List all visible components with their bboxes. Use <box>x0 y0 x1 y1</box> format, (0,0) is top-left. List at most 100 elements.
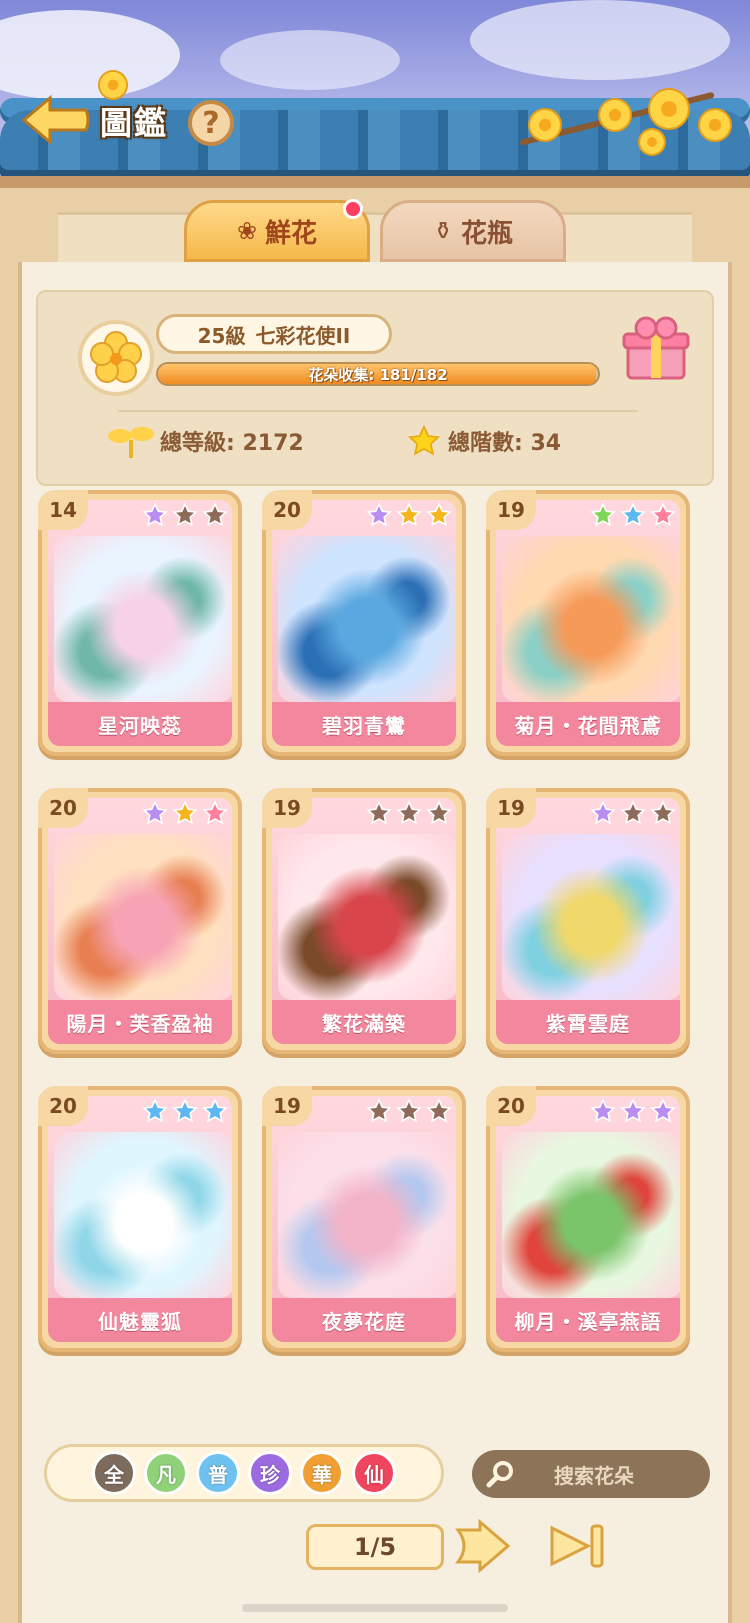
card-body: 菊月・花間飛鳶 <box>496 500 680 746</box>
card-name: 菊月・花間飛鳶 <box>496 702 680 746</box>
help-button[interactable]: ? <box>188 100 234 146</box>
card-name: 柳月・溪亭燕語 <box>496 1298 680 1342</box>
search-flowers-input[interactable]: 搜索花朵 <box>472 1450 710 1498</box>
tab-bar <box>58 212 692 262</box>
gift-box-button[interactable] <box>620 312 692 384</box>
card-stars <box>366 800 452 826</box>
flower-artwork <box>502 834 680 1000</box>
star-icon <box>366 1098 392 1123</box>
search-placeholder: 搜索花朵 <box>554 1463 634 1488</box>
card-stars <box>590 502 676 528</box>
tab-flowers-label: 鮮花 <box>265 218 318 249</box>
card-stars <box>142 1098 228 1124</box>
card-level: 14 <box>38 490 88 530</box>
tab-vases[interactable]: ⚱ 花瓶 <box>380 200 566 262</box>
star-icon <box>620 502 646 527</box>
card-body: 星河映蕊 <box>48 500 232 746</box>
rarity-filter-button[interactable]: 珍 <box>248 1451 292 1495</box>
card-level: 19 <box>486 788 536 828</box>
divider <box>118 410 638 412</box>
flower-card[interactable]: 夜夢花庭 19 <box>262 1086 466 1352</box>
star-icon <box>142 800 168 825</box>
star-icon <box>202 1098 228 1123</box>
level-title: 七彩花使II <box>255 323 351 348</box>
star-icon <box>396 502 422 527</box>
collection-progress-bar: 花朵收集: 181/182 <box>156 362 600 386</box>
star-icon <box>366 800 392 825</box>
rarity-filter-button[interactable]: 全 <box>92 1451 136 1495</box>
star-icon <box>172 502 198 527</box>
home-indicator <box>242 1604 508 1612</box>
card-name: 仙魅靈狐 <box>48 1298 232 1342</box>
card-name: 陽月・芙香盈袖 <box>48 1000 232 1044</box>
flower-card[interactable]: 仙魅靈狐 20 <box>38 1086 242 1352</box>
flower-artwork <box>54 834 232 1000</box>
card-name: 紫霄雲庭 <box>496 1000 680 1044</box>
collection-stats: 25級 七彩花使II 花朵收集: 181/182 總等級: 2172 總階數: … <box>36 290 714 486</box>
card-stars <box>142 800 228 826</box>
card-level: 20 <box>38 1086 88 1126</box>
notification-dot <box>343 199 363 219</box>
total-level-stat: 總等級: 2172 <box>108 424 304 458</box>
flower-card[interactable]: 碧羽青鸞 20 <box>262 490 466 756</box>
star-icon <box>650 1098 676 1123</box>
flower-card[interactable]: 繁花滿築 19 <box>262 788 466 1054</box>
card-body: 仙魅靈狐 <box>48 1096 232 1342</box>
total-stars-text: 總階數: 34 <box>448 431 562 456</box>
card-level: 19 <box>262 788 312 828</box>
card-stars <box>590 800 676 826</box>
flower-artwork <box>278 834 456 1000</box>
star-icon <box>202 502 228 527</box>
star-icon <box>366 502 392 527</box>
card-level: 19 <box>486 490 536 530</box>
star-icon <box>142 1098 168 1123</box>
back-button[interactable] <box>18 90 94 150</box>
rarity-filter-button[interactable]: 普 <box>196 1451 240 1495</box>
level-number: 25級 <box>197 323 246 348</box>
flower-artwork <box>278 1132 456 1298</box>
card-name: 碧羽青鸞 <box>272 702 456 746</box>
total-level-text: 總等級: 2172 <box>160 431 304 456</box>
flower-card[interactable]: 陽月・芙香盈袖 20 <box>38 788 242 1054</box>
flower-artwork <box>278 536 456 702</box>
flower-card[interactable]: 紫霄雲庭 19 <box>486 788 690 1054</box>
next-page-button[interactable] <box>452 1516 514 1576</box>
card-body: 紫霄雲庭 <box>496 798 680 1044</box>
back-arrow-icon <box>21 94 90 146</box>
star-icon <box>426 1098 452 1123</box>
rank-badge <box>78 320 154 396</box>
card-body: 柳月・溪亭燕語 <box>496 1096 680 1342</box>
star-icon <box>172 800 198 825</box>
star-icon <box>202 800 228 825</box>
last-page-button[interactable] <box>548 1516 610 1576</box>
card-body: 陽月・芙香盈袖 <box>48 798 232 1044</box>
card-stars <box>366 1098 452 1124</box>
star-icon <box>426 800 452 825</box>
star-icon <box>650 800 676 825</box>
card-name: 繁花滿築 <box>272 1000 456 1044</box>
total-stars-stat: 總階數: 34 <box>406 424 561 458</box>
rarity-filter-button[interactable]: 華 <box>300 1451 344 1495</box>
card-body: 碧羽青鸞 <box>272 500 456 746</box>
last-page-icon <box>550 1524 604 1568</box>
card-name: 星河映蕊 <box>48 702 232 746</box>
card-stars <box>142 502 228 528</box>
star-icon <box>172 1098 198 1123</box>
flower-card[interactable]: 柳月・溪亭燕語 20 <box>486 1086 690 1352</box>
tab-flowers[interactable]: ❀ 鮮花 <box>184 199 370 262</box>
card-level: 20 <box>486 1086 536 1126</box>
level-label: 25級 七彩花使II <box>156 314 392 354</box>
rarity-filter-button[interactable]: 仙 <box>352 1451 396 1495</box>
rarity-filter-bar: 全凡普珍華仙 <box>44 1444 444 1502</box>
flower-card[interactable]: 星河映蕊 14 <box>38 490 242 756</box>
star-icon <box>590 1098 616 1123</box>
star-icon <box>590 502 616 527</box>
flower-card[interactable]: 菊月・花間飛鳶 19 <box>486 490 690 756</box>
star-icon <box>396 1098 422 1123</box>
star-icon <box>407 424 441 456</box>
rarity-filter-button[interactable]: 凡 <box>144 1451 188 1495</box>
card-level: 20 <box>38 788 88 828</box>
gift-icon <box>622 316 690 380</box>
card-name: 夜夢花庭 <box>272 1298 456 1342</box>
golden-flower-icon <box>90 331 142 383</box>
